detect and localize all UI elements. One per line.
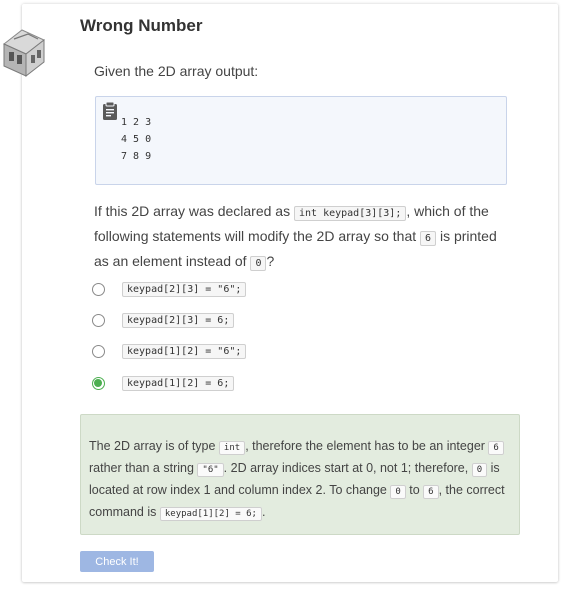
question-text: If this 2D array was declared as int key… <box>94 200 514 275</box>
inline-code: int <box>218 441 246 455</box>
output-line: 7 8 9 <box>121 151 152 162</box>
clipboard-icon <box>103 101 117 120</box>
inline-code: 6 <box>423 485 439 499</box>
question-part: If this 2D array was declared as <box>94 203 294 219</box>
feedback-text: The 2D array is of type int, therefore t… <box>89 436 513 524</box>
option-2[interactable]: keypad[2][3] = 6; <box>92 310 235 330</box>
option-3[interactable]: keypad[1][2] = "6"; <box>92 341 247 361</box>
inline-code: 6 <box>420 231 437 246</box>
radio-button-checked[interactable] <box>92 376 105 390</box>
option-code: keypad[1][2] = "6"; <box>122 343 247 359</box>
option-1[interactable]: keypad[2][3] = "6"; <box>92 279 247 299</box>
inline-code: 0 <box>471 463 488 477</box>
feedback-part: , therefore the element has to be an int… <box>245 439 489 453</box>
option-code: keypad[2][3] = 6; <box>122 312 235 328</box>
option-code: keypad[2][3] = "6"; <box>122 281 247 297</box>
output-code-block: 1 2 3 4 5 0 7 8 9 <box>95 96 507 185</box>
feedback-part: The 2D array is of type <box>89 439 219 453</box>
feedback-part: . <box>261 505 266 519</box>
radio-button[interactable] <box>92 344 105 358</box>
output-line: 1 2 3 <box>121 117 152 128</box>
option-4[interactable]: keypad[1][2] = 6; <box>92 373 235 393</box>
inline-code: "6" <box>197 463 224 477</box>
check-it-button[interactable]: Check It! <box>80 551 154 572</box>
codio-logo-icon <box>3 29 45 78</box>
feedback-panel: The 2D array is of type int, therefore t… <box>80 414 520 535</box>
inline-code: 6 <box>488 441 504 455</box>
radio-button[interactable] <box>92 282 105 296</box>
prompt-text: Given the 2D array output: <box>94 63 259 79</box>
radio-button[interactable] <box>92 313 105 327</box>
feedback-part: rather than a string <box>89 461 198 475</box>
feedback-part: to <box>405 483 424 497</box>
output-line: 4 5 0 <box>121 134 152 145</box>
inline-code: 0 <box>390 485 406 499</box>
inline-code: 0 <box>250 256 267 271</box>
feedback-part: . 2D array indices start at 0, not 1; th… <box>223 461 472 475</box>
page-title: Wrong Number <box>80 16 203 35</box>
option-code: keypad[1][2] = 6; <box>122 375 235 391</box>
question-part: ? <box>266 253 275 269</box>
inline-code: keypad[1][2] = 6; <box>159 507 262 521</box>
inline-code: int keypad[3][3]; <box>293 206 407 221</box>
